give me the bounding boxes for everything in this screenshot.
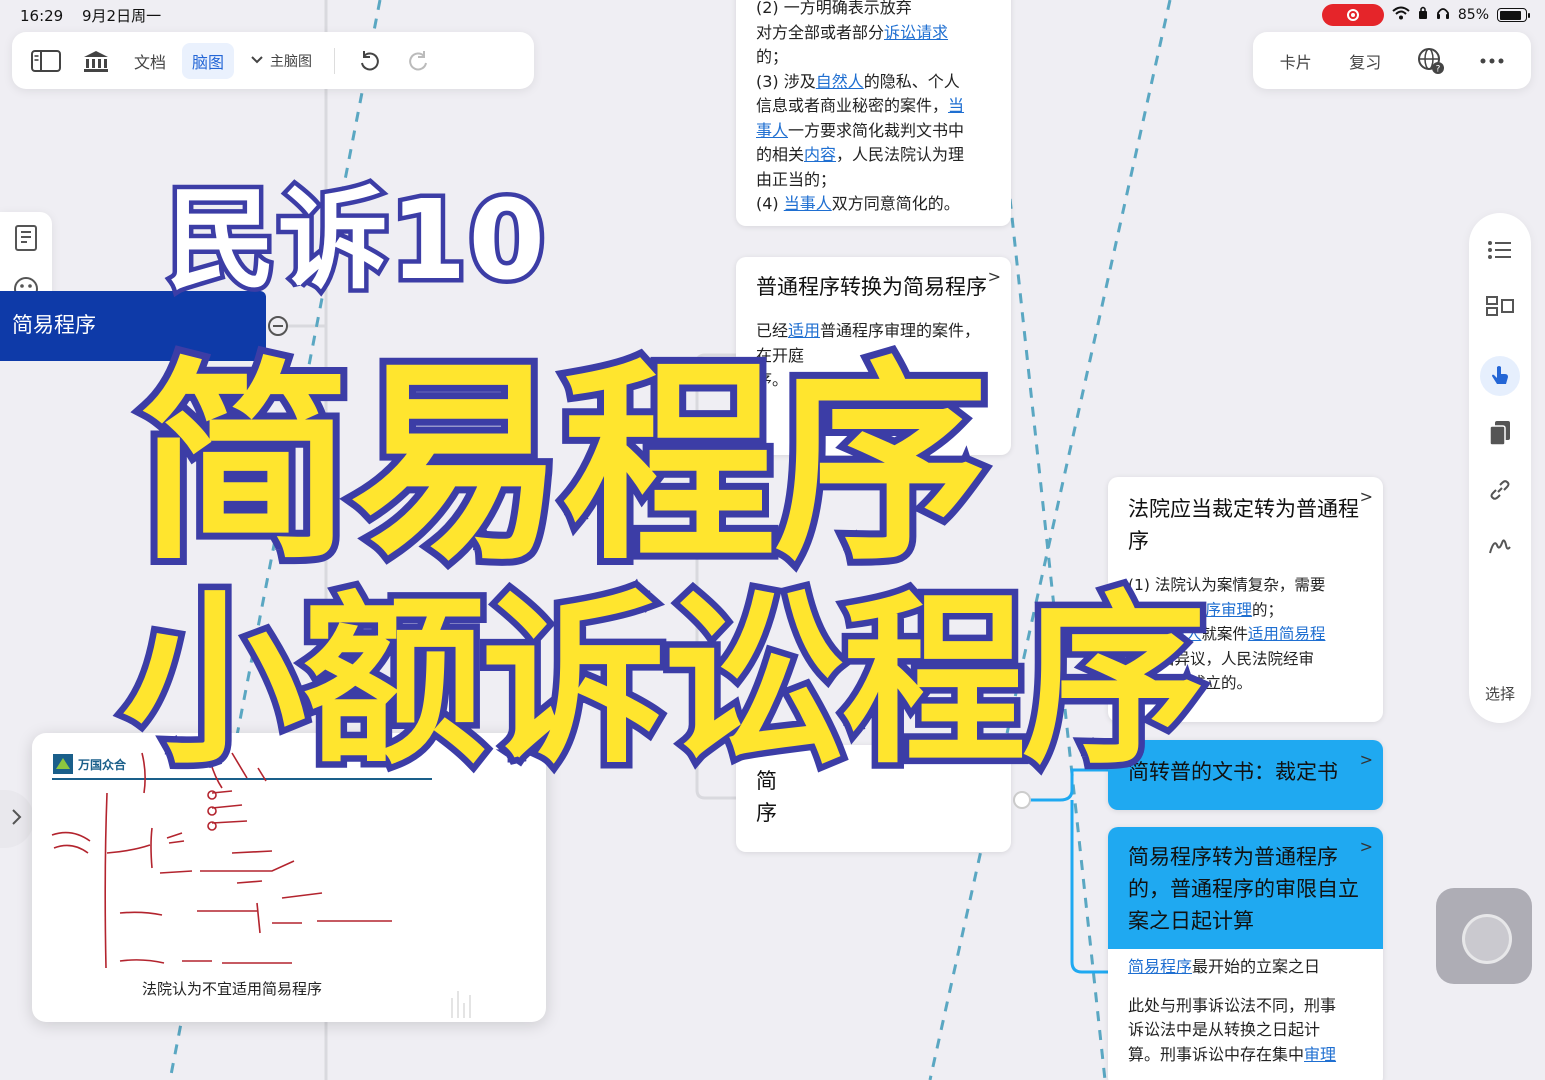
top-right-toolbar: 卡片 复习 ? bbox=[1253, 32, 1531, 89]
chevron-right-icon[interactable]: > bbox=[988, 265, 1001, 290]
orientation-lock-icon bbox=[1418, 6, 1428, 24]
node-line: 对方全部或者部分诉讼请求 bbox=[756, 22, 949, 42]
wifi-icon bbox=[1392, 6, 1410, 24]
more-icon[interactable] bbox=[1470, 41, 1514, 81]
pointer-hand-icon[interactable] bbox=[1480, 356, 1520, 396]
screen-recording-icon[interactable] bbox=[1321, 4, 1384, 26]
toolbar-divider bbox=[334, 47, 336, 74]
handwriting-icon[interactable] bbox=[1485, 531, 1515, 561]
select-button[interactable]: 选择 bbox=[1469, 683, 1531, 704]
right-side-toolbar: 选择 bbox=[1469, 213, 1531, 723]
main-map-dropdown[interactable]: 主脑图 bbox=[240, 45, 322, 77]
mindmap-node-time-limit[interactable]: > 简易程序转为普通程序的，普通程序的审限自立案之日起计算 简易程序最开始的立案… bbox=[1108, 827, 1383, 1080]
svg-text:?: ? bbox=[1435, 64, 1440, 74]
node-title: 法院应当裁定转为普通程序 bbox=[1128, 497, 1359, 553]
node-line: (4) 当事人双方同意简化的。 bbox=[756, 194, 960, 213]
node-line: 的； bbox=[756, 47, 789, 66]
collapse-toggle[interactable] bbox=[268, 316, 288, 336]
review-button[interactable]: 复习 bbox=[1339, 43, 1391, 79]
notebook-icon[interactable] bbox=[12, 224, 40, 256]
overlay-title-line1: 简易程序 bbox=[131, 340, 995, 589]
undo-icon[interactable] bbox=[347, 41, 391, 81]
status-date: 9月2日周一 bbox=[82, 7, 162, 25]
sidebar-toggle-icon[interactable] bbox=[24, 41, 68, 81]
node-line: 事人一方要求简化裁判文书中 bbox=[756, 120, 965, 140]
node-title: 普通程序转换为简易程序 bbox=[756, 275, 987, 299]
battery-percent: 85% bbox=[1457, 7, 1489, 23]
copy-icon[interactable] bbox=[1485, 418, 1515, 448]
video-subtitle: 法院认为不宜适用简易程序 bbox=[141, 980, 322, 998]
assistive-touch-button[interactable] bbox=[1436, 888, 1532, 984]
chevron-right-icon[interactable]: > bbox=[1360, 835, 1373, 860]
link-icon[interactable] bbox=[1485, 475, 1515, 505]
layout-icon[interactable] bbox=[1485, 291, 1515, 321]
chevron-right-icon bbox=[11, 807, 23, 832]
tab-document[interactable]: 文档 bbox=[124, 43, 176, 79]
web-help-icon[interactable]: ? bbox=[1409, 41, 1453, 81]
node-line: 信息或者商业秘密的案件，当 bbox=[756, 96, 965, 115]
overlay-title-line2: 小额诉讼程序 bbox=[115, 575, 1212, 789]
top-left-toolbar: 文档 脑图 主脑图 bbox=[12, 32, 534, 89]
overlay-series-title: 民诉10 bbox=[161, 176, 549, 304]
battery-icon bbox=[1497, 8, 1530, 22]
redo-icon[interactable] bbox=[397, 41, 441, 81]
node-line: 由正当的； bbox=[756, 169, 837, 189]
headphones-icon bbox=[1436, 6, 1450, 24]
node-line: (3) 涉及自然人的隐私、个人 bbox=[756, 71, 960, 91]
node-body: 简易程序最开始的立案之日 此处与刑事诉讼法不同，刑事 诉讼法中是从转换之日起计 … bbox=[1128, 957, 1337, 1064]
library-icon[interactable] bbox=[74, 41, 118, 81]
tab-mindmap[interactable]: 脑图 bbox=[182, 42, 235, 79]
node-line: (2) 一方明确表示放弃 bbox=[756, 0, 912, 17]
status-bar-right: 85% bbox=[1321, 4, 1530, 26]
main-map-label: 主脑图 bbox=[270, 53, 313, 70]
chevron-down-icon bbox=[250, 53, 264, 69]
node-line: 的相关内容，人民法院认为理 bbox=[756, 145, 965, 164]
outline-list-icon[interactable] bbox=[1485, 235, 1515, 265]
node-header: > 简易程序转为普通程序的，普通程序的审限自立案之日起计算 bbox=[1108, 827, 1383, 949]
card-button[interactable]: 卡片 bbox=[1270, 43, 1322, 79]
mindmap-node-simplify-conditions[interactable]: (2) 一方明确表示放弃 对方全部或者部分诉讼请求 的； (3) 涉及自然人的隐… bbox=[736, 0, 1011, 226]
status-bar-left: 16:29 9月2日周一 bbox=[20, 5, 175, 26]
chevron-right-icon[interactable]: > bbox=[1360, 748, 1373, 773]
status-time: 16:29 bbox=[20, 7, 64, 25]
chevron-right-icon[interactable]: > bbox=[1360, 485, 1373, 510]
node-title: 简易程序转为普通程序的，普通程序的审限自立案之日起计算 bbox=[1128, 845, 1359, 933]
